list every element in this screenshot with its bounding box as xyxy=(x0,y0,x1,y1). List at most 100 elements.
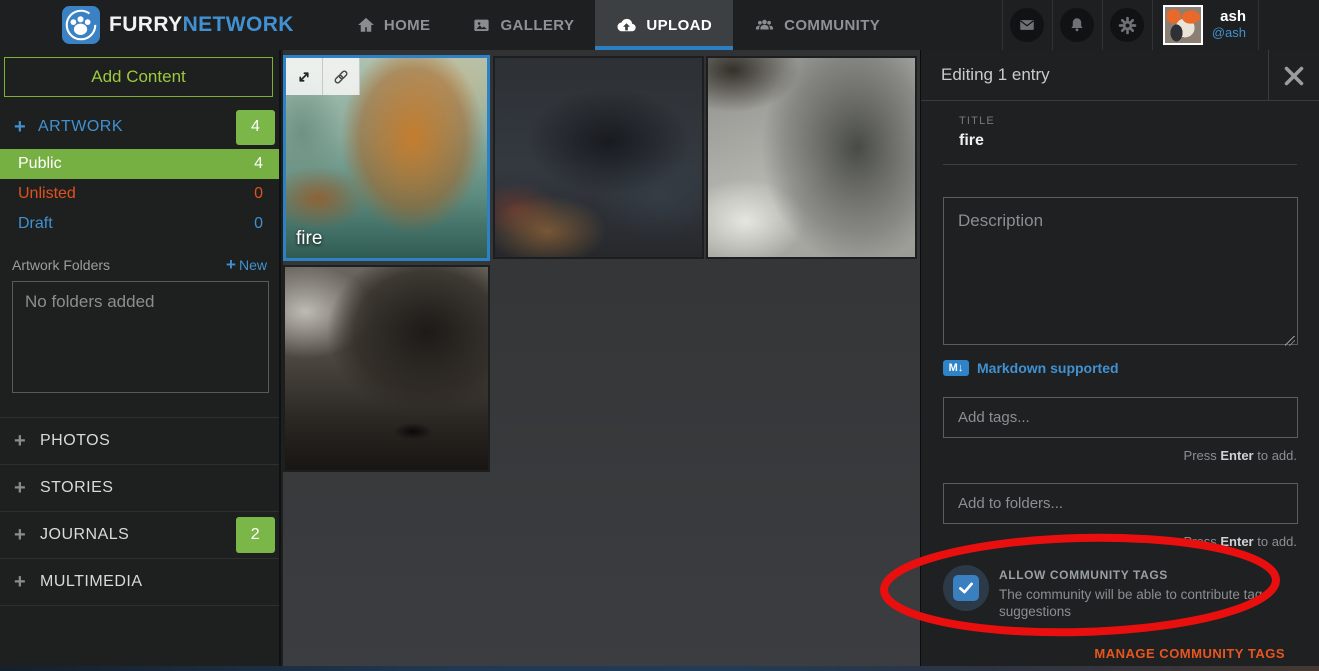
sidebar-item-multimedia[interactable]: + MULTIMEDIA xyxy=(0,559,279,606)
new-folder-button[interactable]: +New xyxy=(226,255,267,275)
filter-public-label: Public xyxy=(18,155,62,173)
brand-logo[interactable]: FURRYNETWORK xyxy=(0,0,294,50)
filter-draft-count: 0 xyxy=(254,215,263,233)
artwork-tile-fire-selected[interactable]: fire xyxy=(283,55,490,261)
gallery-icon xyxy=(472,16,491,35)
filter-unlisted-count: 0 xyxy=(254,185,263,203)
new-folder-label: New xyxy=(239,257,267,273)
brand-network: NETWORK xyxy=(183,13,294,36)
avatar xyxy=(1163,5,1203,45)
manage-community-tags-link[interactable]: MANAGE COMMUNITY TAGS xyxy=(943,646,1285,661)
artwork-tile-beast[interactable] xyxy=(283,265,490,472)
hint-post: to add. xyxy=(1254,448,1297,463)
folders-input[interactable] xyxy=(943,483,1298,524)
sidebar-item-photos[interactable]: + PHOTOS xyxy=(0,418,279,465)
filter-public-count: 4 xyxy=(254,155,263,173)
folders-hint: Press Enter to add. xyxy=(943,534,1297,549)
folders-title: Artwork Folders xyxy=(12,257,110,273)
home-icon xyxy=(357,16,375,34)
plus-icon: + xyxy=(14,571,40,594)
community-tags-description: The community will be able to contribute… xyxy=(999,586,1294,620)
tags-input[interactable] xyxy=(943,397,1298,438)
bell-icon xyxy=(1060,8,1094,42)
tab-home-label: HOME xyxy=(384,17,431,34)
tab-community[interactable]: COMMUNITY xyxy=(733,0,901,50)
settings-button[interactable] xyxy=(1102,0,1152,50)
close-panel-button[interactable] xyxy=(1268,50,1319,101)
edit-panel-header: Editing 1 entry xyxy=(921,50,1319,101)
tile-caption: fire xyxy=(296,228,322,250)
tab-upload[interactable]: UPLOAD xyxy=(595,0,733,50)
hint-key: Enter xyxy=(1220,448,1253,463)
sidebar: Add Content + ARTWORK 4 Public 4 Unliste… xyxy=(0,50,281,671)
hint-post: to add. xyxy=(1254,534,1297,549)
filter-unlisted[interactable]: Unlisted 0 xyxy=(0,179,279,209)
checkbox-checked-icon xyxy=(953,575,979,601)
markdown-icon: M↓ xyxy=(943,360,969,376)
bottom-background-strip xyxy=(0,666,1319,671)
title-field: TITLE fire xyxy=(921,101,1319,150)
hint-pre: Press xyxy=(1184,448,1221,463)
allow-community-tags-checkbox[interactable] xyxy=(943,565,989,611)
expand-icon xyxy=(295,68,313,86)
top-navbar: FURRYNETWORK HOME GALLERY UPLO xyxy=(0,0,1319,50)
tab-upload-label: UPLOAD xyxy=(646,17,712,34)
plus-icon: + xyxy=(14,477,40,500)
hint-pre: Press xyxy=(1184,534,1221,549)
description-input[interactable] xyxy=(943,197,1298,345)
artwork-tile-sketch[interactable] xyxy=(706,56,917,259)
folders-list-box[interactable]: No folders added xyxy=(12,281,269,393)
user-menu[interactable]: ash @ash xyxy=(1152,0,1259,50)
tile-toolbar xyxy=(286,58,360,95)
edit-panel-title: Editing 1 entry xyxy=(921,65,1050,85)
gear-icon xyxy=(1110,8,1144,42)
tab-gallery-label: GALLERY xyxy=(500,17,574,34)
upload-gallery-grid: fire xyxy=(283,50,920,671)
user-handle: @ash xyxy=(1212,25,1246,41)
paw-icon xyxy=(62,6,100,44)
navbar-spacer xyxy=(1259,0,1319,50)
filter-public[interactable]: Public 4 xyxy=(0,149,279,179)
sidebar-item-artwork[interactable]: + ARTWORK 4 xyxy=(0,105,279,149)
upload-cloud-icon xyxy=(616,16,637,35)
journals-label: JOURNALS xyxy=(40,526,129,544)
add-content-button[interactable]: Add Content xyxy=(4,57,273,97)
plus-icon: + xyxy=(14,430,40,453)
community-tags-label: ALLOW COMMUNITY TAGS xyxy=(999,568,1294,582)
notifications-button[interactable] xyxy=(1052,0,1102,50)
brand-furry: FURRY xyxy=(109,13,183,36)
tab-community-label: COMMUNITY xyxy=(784,17,880,34)
sidebar-sections: + PHOTOS + STORIES + JOURNALS 2 + MULTIM… xyxy=(0,417,279,606)
tab-gallery[interactable]: GALLERY xyxy=(451,0,595,50)
artwork-tile-storm[interactable] xyxy=(493,56,704,259)
filter-draft-label: Draft xyxy=(18,215,53,233)
multimedia-label: MULTIMEDIA xyxy=(40,573,142,591)
plus-icon: + xyxy=(226,255,236,274)
title-value[interactable]: fire xyxy=(959,132,1297,150)
community-icon xyxy=(754,16,775,35)
artwork-label: ARTWORK xyxy=(38,118,123,136)
photos-label: PHOTOS xyxy=(40,432,110,450)
folders-empty-text: No folders added xyxy=(25,292,154,311)
filter-unlisted-label: Unlisted xyxy=(18,185,76,203)
sidebar-item-stories[interactable]: + STORIES xyxy=(0,465,279,512)
brand-name: FURRYNETWORK xyxy=(109,13,294,37)
community-tags-setting: ALLOW COMMUNITY TAGS The community will … xyxy=(943,565,1297,620)
edit-panel: Editing 1 entry TITLE fire M↓ Markdown s… xyxy=(920,50,1319,671)
markdown-note-row: M↓ Markdown supported xyxy=(943,360,1297,376)
filter-draft[interactable]: Draft 0 xyxy=(0,209,279,239)
link-button[interactable] xyxy=(323,58,360,95)
messages-button[interactable] xyxy=(1002,0,1052,50)
close-icon xyxy=(1282,64,1306,88)
tab-home[interactable]: HOME xyxy=(336,0,452,50)
community-tags-texts: ALLOW COMMUNITY TAGS The community will … xyxy=(999,565,1294,620)
description-field xyxy=(943,197,1297,350)
title-label: TITLE xyxy=(959,115,1297,127)
artwork-count-badge: 4 xyxy=(236,110,275,145)
plus-icon: + xyxy=(14,524,40,547)
expand-button[interactable] xyxy=(286,58,323,95)
sidebar-item-journals[interactable]: + JOURNALS 2 xyxy=(0,512,279,559)
user-names: ash @ash xyxy=(1212,9,1246,41)
folders-header: Artwork Folders +New xyxy=(12,255,267,275)
journals-count-badge: 2 xyxy=(236,517,275,553)
